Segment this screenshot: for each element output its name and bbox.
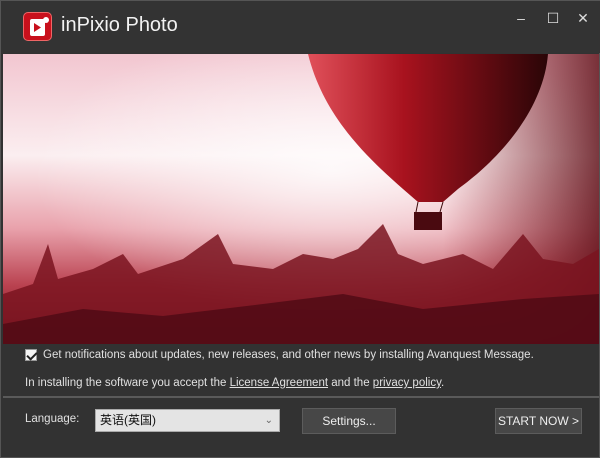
chevron-down-icon: ⌄ — [264, 415, 273, 426]
legal-suffix: . — [440, 377, 445, 389]
legal-prefix: In installing the software you accept th… — [25, 377, 230, 389]
close-button[interactable]: ✕ — [571, 7, 595, 29]
maximize-button[interactable]: ☐ — [541, 7, 565, 29]
title-bar: inPixio Photo – ☐ ✕ — [1, 1, 600, 53]
language-label: Language: — [25, 413, 80, 425]
language-select[interactable]: 英语(英国) ⌄ — [95, 409, 280, 432]
window-title: inPixio Photo — [61, 14, 178, 36]
settings-button[interactable]: Settings... — [302, 408, 396, 434]
notifications-label: Get notifications about updates, new rel… — [43, 349, 534, 361]
minimize-button[interactable]: – — [509, 7, 533, 29]
installer-window: inPixio Photo – ☐ ✕ Get notifications ab… — [0, 0, 600, 458]
language-value: 英语(英国) — [100, 413, 156, 427]
notifications-checkbox[interactable] — [25, 349, 37, 361]
inpixio-logo-icon — [23, 12, 52, 41]
legal-text: In installing the software you accept th… — [25, 377, 444, 389]
privacy-policy-link[interactable]: privacy policy — [373, 377, 441, 389]
license-agreement-link[interactable]: License Agreement — [230, 377, 328, 389]
start-now-button[interactable]: START NOW > — [495, 408, 582, 434]
notifications-row: Get notifications about updates, new rel… — [25, 349, 534, 361]
hero-image-hot-air-balloon — [3, 54, 599, 344]
legal-middle: and the — [328, 377, 373, 389]
divider — [3, 396, 599, 398]
